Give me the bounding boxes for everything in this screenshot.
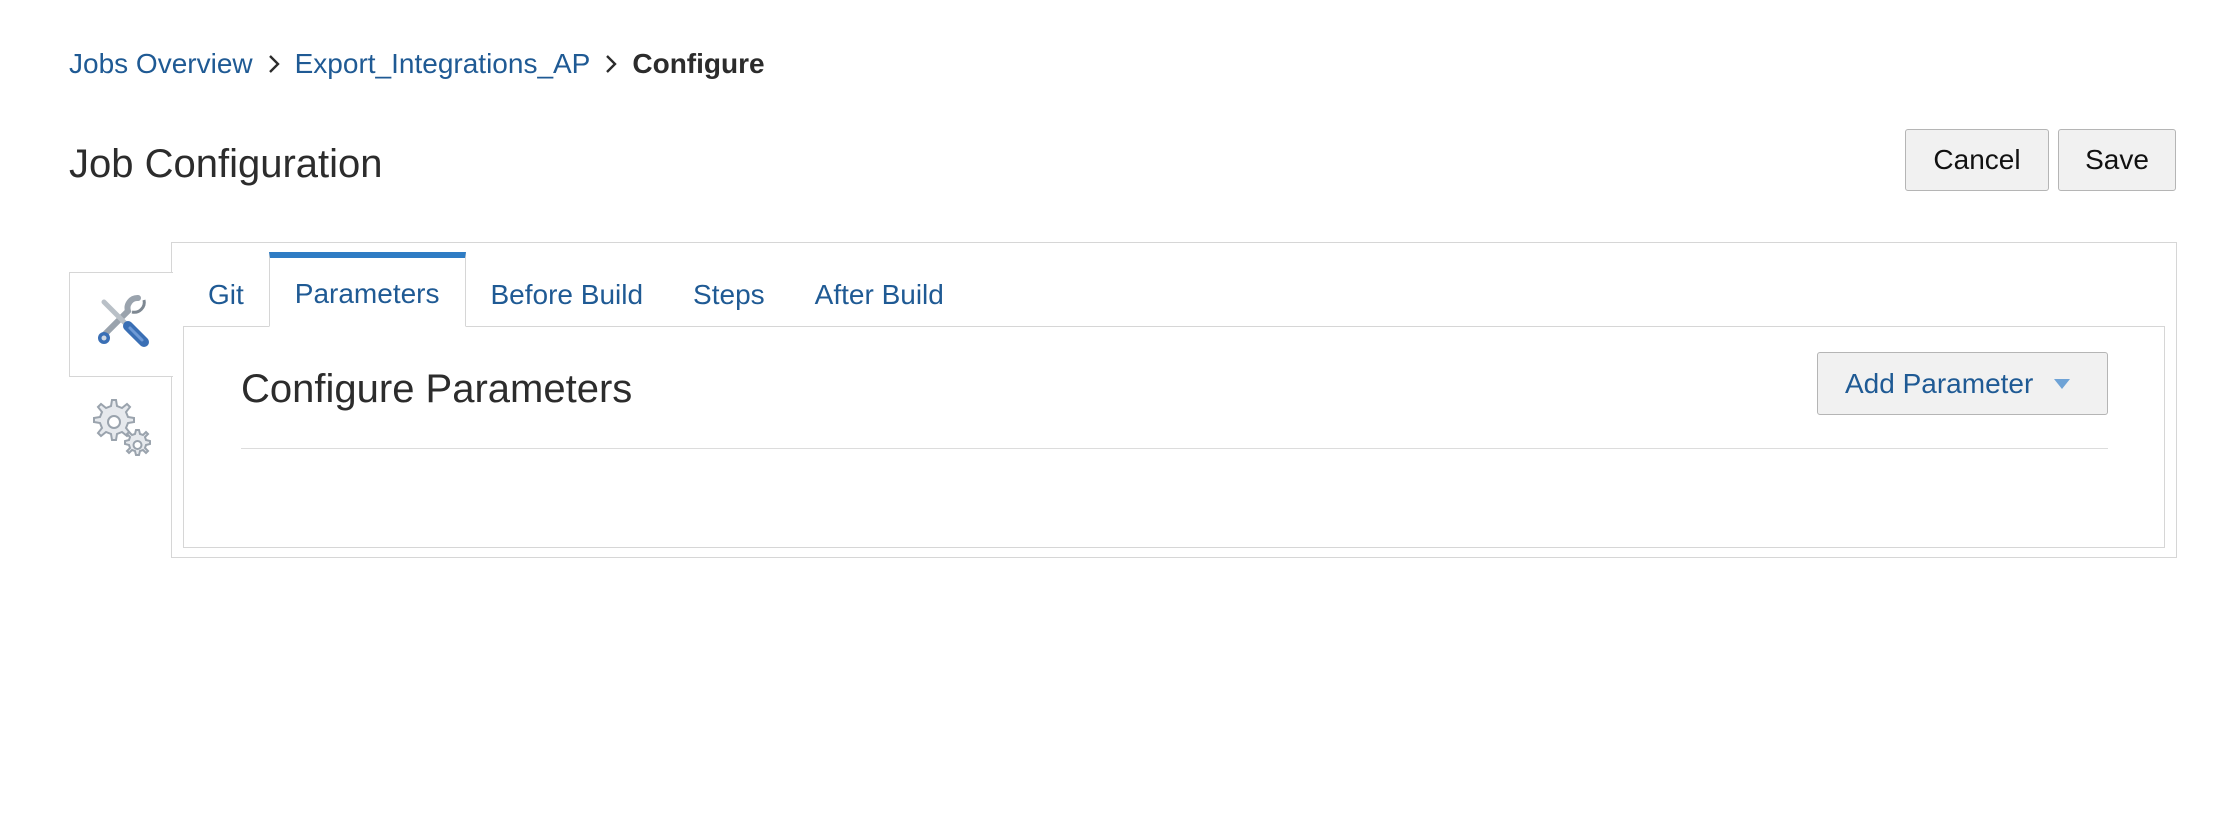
side-nav-settings[interactable] — [69, 390, 173, 470]
add-parameter-label: Add Parameter — [1845, 367, 2034, 399]
page-title: Job Configuration — [69, 142, 383, 186]
add-parameter-button[interactable]: Add Parameter — [1817, 352, 2108, 415]
divider — [241, 448, 2108, 449]
side-nav-configure[interactable] — [69, 272, 173, 377]
tools-icon — [92, 292, 152, 357]
tab-bar: Git Parameters Before Build Steps After … — [183, 252, 969, 327]
save-button[interactable]: Save — [2058, 129, 2176, 191]
chevron-right-icon — [253, 42, 295, 86]
cancel-button[interactable]: Cancel — [1905, 129, 2049, 191]
breadcrumb: Jobs Overview Export_Integrations_AP Con… — [69, 42, 765, 86]
job-configuration-page: Jobs Overview Export_Integrations_AP Con… — [0, 0, 2232, 832]
chevron-right-icon — [590, 42, 632, 86]
gears-icon — [88, 396, 154, 465]
caret-down-icon — [2053, 378, 2071, 390]
tab-before-build[interactable]: Before Build — [466, 252, 669, 327]
tab-parameters[interactable]: Parameters — [268, 252, 466, 327]
breadcrumb-job-name[interactable]: Export_Integrations_AP — [295, 48, 591, 80]
tab-steps[interactable]: Steps — [668, 252, 790, 327]
section-title: Configure Parameters — [241, 367, 633, 411]
breadcrumb-jobs-overview[interactable]: Jobs Overview — [69, 48, 253, 80]
tab-git[interactable]: Git — [183, 252, 269, 327]
breadcrumb-current: Configure — [632, 48, 765, 79]
parameters-panel: Configure Parameters Add Parameter — [183, 326, 2165, 548]
tab-after-build[interactable]: After Build — [790, 252, 969, 327]
